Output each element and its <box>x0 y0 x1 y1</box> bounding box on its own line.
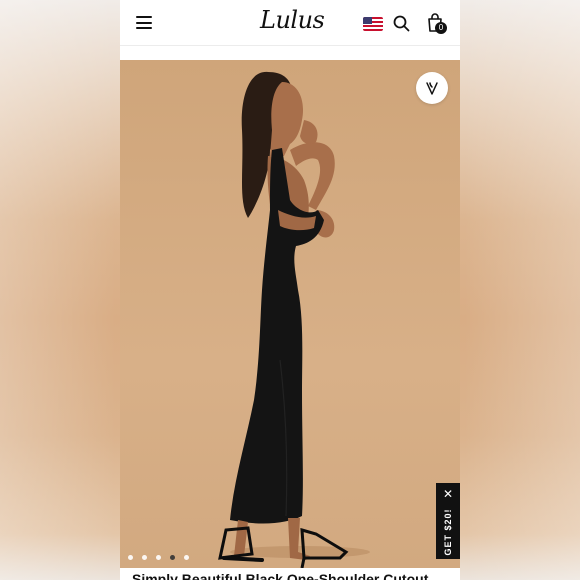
carousel-dot[interactable] <box>156 555 161 560</box>
lulus-logo[interactable]: Lulus <box>260 6 325 34</box>
site-header: Lulus 0 <box>120 0 460 46</box>
carousel-dot[interactable] <box>128 555 133 560</box>
carousel-pagination <box>128 555 189 560</box>
heart-icon <box>426 82 438 95</box>
carousel-dot[interactable] <box>142 555 147 560</box>
product-photo <box>120 60 460 568</box>
promo-label[interactable]: GET $20! <box>443 498 453 566</box>
search-icon[interactable] <box>393 15 410 32</box>
bag-count-badge: 0 <box>435 22 447 34</box>
get-20-promo-tab[interactable]: ✕ GET $20! <box>436 483 460 559</box>
add-to-wishlist-button[interactable] <box>416 72 448 104</box>
product-image-carousel[interactable] <box>120 60 460 568</box>
carousel-dot[interactable] <box>184 555 189 560</box>
mobile-screen: Lulus 0 ✕ GET $20! Simply Beautiful Blac… <box>120 0 460 580</box>
product-title: Simply Beautiful Black One-Shoulder Cuto… <box>132 571 441 580</box>
us-flag-icon[interactable] <box>363 17 383 31</box>
menu-icon[interactable] <box>136 16 152 29</box>
carousel-dot-active[interactable] <box>170 555 175 560</box>
